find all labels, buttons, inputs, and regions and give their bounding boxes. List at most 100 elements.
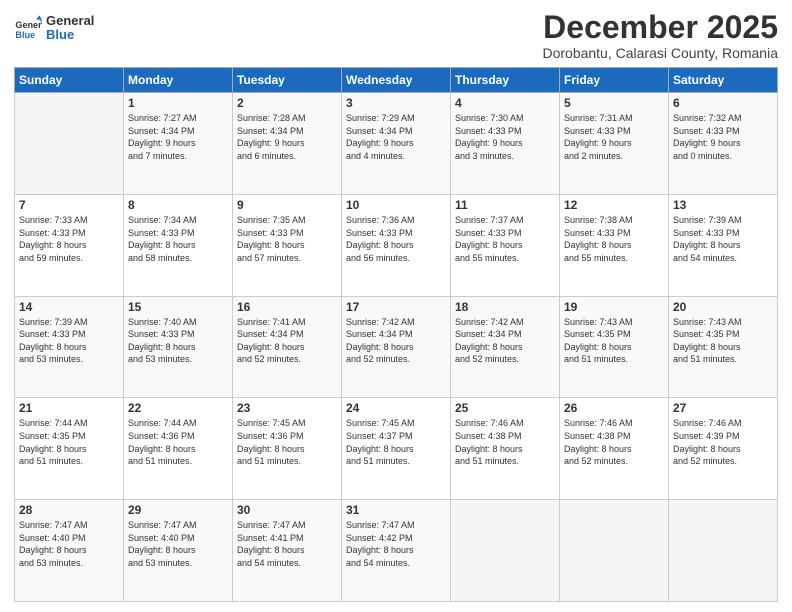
day-number: 7 xyxy=(19,198,119,212)
calendar-day-cell: 5 Sunrise: 7:31 AM Sunset: 4:33 PM Daylig… xyxy=(560,93,669,195)
header-saturday: Saturday xyxy=(669,68,778,93)
calendar-day-cell: 22Sunrise: 7:44 AM Sunset: 4:36 PM Dayli… xyxy=(124,398,233,500)
day-info: Sunrise: 7:44 AM Sunset: 4:35 PM Dayligh… xyxy=(19,417,119,467)
day-info: Sunrise: 7:38 AM Sunset: 4:33 PM Dayligh… xyxy=(564,214,664,264)
day-number: 19 xyxy=(564,300,664,314)
location-subtitle: Dorobantu, Calarasi County, Romania xyxy=(542,45,778,61)
month-title: December 2025 xyxy=(542,10,778,45)
calendar-week-row: 1Sunrise: 7:27 AM Sunset: 4:34 PM Daylig… xyxy=(15,93,778,195)
calendar-day-cell: 30 Sunrise: 7:47 AM Sunset: 4:41 PM Dayli… xyxy=(233,500,342,602)
day-number: 5 xyxy=(564,96,664,110)
calendar-day-cell: 1Sunrise: 7:27 AM Sunset: 4:34 PM Daylig… xyxy=(124,93,233,195)
header-thursday: Thursday xyxy=(451,68,560,93)
day-number: 10 xyxy=(346,198,446,212)
calendar-header: Sunday Monday Tuesday Wednesday Thursday… xyxy=(15,68,778,93)
calendar-day-cell: 31 Sunrise: 7:47 AM Sunset: 4:42 PM Dayli… xyxy=(342,500,451,602)
day-info: Sunrise: 7:39 AM Sunset: 4:33 PM Dayligh… xyxy=(19,316,119,366)
calendar-day-cell: 4Sunrise: 7:30 AM Sunset: 4:33 PM Daylig… xyxy=(451,93,560,195)
day-info: Sunrise: 7:33 AM Sunset: 4:33 PM Dayligh… xyxy=(19,214,119,264)
day-number: 2 xyxy=(237,96,337,110)
calendar-day-cell: 16 Sunrise: 7:41 AM Sunset: 4:34 PM Dayli… xyxy=(233,296,342,398)
day-info: Sunrise: 7:45 AM Sunset: 4:36 PM Dayligh… xyxy=(237,417,337,467)
calendar-day-cell: 13 Sunrise: 7:39 AM Sunset: 4:33 PM Dayli… xyxy=(669,194,778,296)
logo-text-blue: Blue xyxy=(46,28,94,42)
day-info: Sunrise: 7:43 AM Sunset: 4:35 PM Dayligh… xyxy=(673,316,773,366)
calendar-day-cell xyxy=(15,93,124,195)
day-info: Sunrise: 7:46 AM Sunset: 4:39 PM Dayligh… xyxy=(673,417,773,467)
day-info: Sunrise: 7:39 AM Sunset: 4:33 PM Dayligh… xyxy=(673,214,773,264)
day-number: 18 xyxy=(455,300,555,314)
calendar-day-cell: 2 Sunrise: 7:28 AM Sunset: 4:34 PM Daylig… xyxy=(233,93,342,195)
svg-text:General: General xyxy=(15,20,42,30)
header-tuesday: Tuesday xyxy=(233,68,342,93)
calendar-day-cell: 18 Sunrise: 7:42 AM Sunset: 4:34 PM Dayli… xyxy=(451,296,560,398)
day-info: Sunrise: 7:42 AM Sunset: 4:34 PM Dayligh… xyxy=(455,316,555,366)
logo-text-general: General xyxy=(46,14,94,28)
day-info: Sunrise: 7:45 AM Sunset: 4:37 PM Dayligh… xyxy=(346,417,446,467)
day-number: 15 xyxy=(128,300,228,314)
day-info: Sunrise: 7:35 AM Sunset: 4:33 PM Dayligh… xyxy=(237,214,337,264)
calendar-day-cell: 10 Sunrise: 7:36 AM Sunset: 4:33 PM Dayli… xyxy=(342,194,451,296)
calendar-table: Sunday Monday Tuesday Wednesday Thursday… xyxy=(14,67,778,602)
day-info: Sunrise: 7:47 AM Sunset: 4:42 PM Dayligh… xyxy=(346,519,446,569)
day-number: 13 xyxy=(673,198,773,212)
calendar-day-cell xyxy=(669,500,778,602)
day-number: 21 xyxy=(19,401,119,415)
day-info: Sunrise: 7:36 AM Sunset: 4:33 PM Dayligh… xyxy=(346,214,446,264)
calendar-day-cell: 19 Sunrise: 7:43 AM Sunset: 4:35 PM Dayli… xyxy=(560,296,669,398)
day-number: 6 xyxy=(673,96,773,110)
calendar-day-cell: 11 Sunrise: 7:37 AM Sunset: 4:33 PM Dayli… xyxy=(451,194,560,296)
calendar-day-cell: 12Sunrise: 7:38 AM Sunset: 4:33 PM Dayli… xyxy=(560,194,669,296)
calendar-day-cell: 26 Sunrise: 7:46 AM Sunset: 4:38 PM Dayli… xyxy=(560,398,669,500)
svg-text:Blue: Blue xyxy=(15,30,35,40)
day-info: Sunrise: 7:31 AM Sunset: 4:33 PM Dayligh… xyxy=(564,112,664,162)
day-info: Sunrise: 7:47 AM Sunset: 4:41 PM Dayligh… xyxy=(237,519,337,569)
day-number: 24 xyxy=(346,401,446,415)
day-number: 17 xyxy=(346,300,446,314)
day-info: Sunrise: 7:42 AM Sunset: 4:34 PM Dayligh… xyxy=(346,316,446,366)
calendar-week-row: 14 Sunrise: 7:39 AM Sunset: 4:33 PM Dayli… xyxy=(15,296,778,398)
day-number: 14 xyxy=(19,300,119,314)
header-wednesday: Wednesday xyxy=(342,68,451,93)
day-info: Sunrise: 7:40 AM Sunset: 4:33 PM Dayligh… xyxy=(128,316,228,366)
day-number: 4 xyxy=(455,96,555,110)
day-info: Sunrise: 7:29 AM Sunset: 4:34 PM Dayligh… xyxy=(346,112,446,162)
day-number: 30 xyxy=(237,503,337,517)
calendar-day-cell: 7 Sunrise: 7:33 AM Sunset: 4:33 PM Daylig… xyxy=(15,194,124,296)
header-sunday: Sunday xyxy=(15,68,124,93)
day-number: 27 xyxy=(673,401,773,415)
calendar-day-cell: 17 Sunrise: 7:42 AM Sunset: 4:34 PM Dayli… xyxy=(342,296,451,398)
day-info: Sunrise: 7:34 AM Sunset: 4:33 PM Dayligh… xyxy=(128,214,228,264)
calendar-body: 1Sunrise: 7:27 AM Sunset: 4:34 PM Daylig… xyxy=(15,93,778,602)
calendar-day-cell: 14 Sunrise: 7:39 AM Sunset: 4:33 PM Dayli… xyxy=(15,296,124,398)
day-info: Sunrise: 7:43 AM Sunset: 4:35 PM Dayligh… xyxy=(564,316,664,366)
calendar-day-cell xyxy=(451,500,560,602)
day-number: 8 xyxy=(128,198,228,212)
day-number: 11 xyxy=(455,198,555,212)
logo: General Blue General Blue xyxy=(14,14,94,43)
day-number: 26 xyxy=(564,401,664,415)
calendar-day-cell: 27 Sunrise: 7:46 AM Sunset: 4:39 PM Dayli… xyxy=(669,398,778,500)
calendar-day-cell: 25Sunrise: 7:46 AM Sunset: 4:38 PM Dayli… xyxy=(451,398,560,500)
weekday-header-row: Sunday Monday Tuesday Wednesday Thursday… xyxy=(15,68,778,93)
day-info: Sunrise: 7:41 AM Sunset: 4:34 PM Dayligh… xyxy=(237,316,337,366)
day-number: 3 xyxy=(346,96,446,110)
day-info: Sunrise: 7:47 AM Sunset: 4:40 PM Dayligh… xyxy=(19,519,119,569)
header: General Blue General Blue December 2025 … xyxy=(14,10,778,61)
calendar-day-cell: 23Sunrise: 7:45 AM Sunset: 4:36 PM Dayli… xyxy=(233,398,342,500)
day-info: Sunrise: 7:28 AM Sunset: 4:34 PM Dayligh… xyxy=(237,112,337,162)
calendar-day-cell: 28 Sunrise: 7:47 AM Sunset: 4:40 PM Dayli… xyxy=(15,500,124,602)
day-info: Sunrise: 7:37 AM Sunset: 4:33 PM Dayligh… xyxy=(455,214,555,264)
calendar-week-row: 28 Sunrise: 7:47 AM Sunset: 4:40 PM Dayli… xyxy=(15,500,778,602)
day-number: 20 xyxy=(673,300,773,314)
day-number: 25 xyxy=(455,401,555,415)
day-number: 31 xyxy=(346,503,446,517)
day-number: 28 xyxy=(19,503,119,517)
day-info: Sunrise: 7:46 AM Sunset: 4:38 PM Dayligh… xyxy=(564,417,664,467)
day-number: 16 xyxy=(237,300,337,314)
day-info: Sunrise: 7:27 AM Sunset: 4:34 PM Dayligh… xyxy=(128,112,228,162)
day-info: Sunrise: 7:32 AM Sunset: 4:33 PM Dayligh… xyxy=(673,112,773,162)
calendar-day-cell: 6 Sunrise: 7:32 AM Sunset: 4:33 PM Daylig… xyxy=(669,93,778,195)
day-number: 22 xyxy=(128,401,228,415)
header-monday: Monday xyxy=(124,68,233,93)
